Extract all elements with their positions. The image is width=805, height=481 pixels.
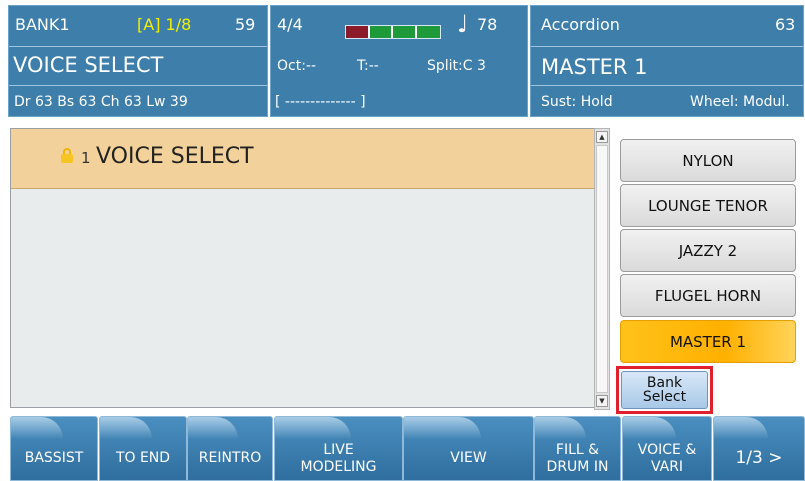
bank-select-label-line2: Select (642, 389, 687, 405)
voice-vari-label: VOICE & VARI (637, 441, 697, 475)
header-tempo-panel[interactable]: 4/4 ♩ 78 Oct:-- T:-- Split:C 3 [ -------… (270, 5, 528, 117)
next-page-button[interactable]: 1/3 > (713, 416, 805, 481)
voice-vari-button[interactable]: VOICE & VARI (622, 416, 712, 481)
header-bank-panel[interactable]: BANK1 [A] 1/8 59 VOICE SELECT Dr 63 Bs 6… (8, 5, 268, 117)
bank-number: 59 (235, 15, 256, 34)
wheel-mode: Wheel: Modul. (690, 94, 790, 110)
live-modeling-label: LIVE MODELING (300, 441, 377, 475)
program-number: 63 (775, 15, 796, 34)
reintro-label: REINTRO (198, 450, 262, 466)
current-voice-name: MASTER 1 (541, 55, 648, 79)
fill-drum-in-label: FILL & DRUM IN (546, 441, 609, 475)
bassist-button[interactable]: BASSIST (10, 416, 98, 481)
bassist-label: BASSIST (24, 450, 84, 466)
time-signature: 4/4 (277, 15, 303, 34)
voice-button-nylon[interactable]: NYLON (620, 139, 796, 182)
voice-category: Accordion (541, 15, 620, 34)
voice-list[interactable]: 1 VOICE SELECT (10, 128, 597, 408)
scrollbar-thumb[interactable] (596, 145, 608, 393)
voice-button-flugel-horn[interactable]: FLUGEL HORN (620, 274, 796, 317)
sustain-mode: Sust: Hold (541, 94, 613, 110)
to-end-button[interactable]: TO END (99, 416, 187, 481)
next-page-label: 1/3 > (735, 448, 783, 468)
fill-drum-in-button[interactable]: FILL & DRUM IN (534, 416, 621, 481)
quarter-note-icon: ♩ (457, 10, 469, 38)
beat-meter-segment (393, 26, 417, 38)
voice-button-master-1[interactable]: MASTER 1 (620, 320, 796, 363)
scroll-down-arrow-icon[interactable]: ▼ (596, 395, 608, 407)
function-button-bar: BASSIST TO END REINTRO LIVE MODELING VIE… (10, 416, 805, 481)
header-voice-panel[interactable]: Accordion 63 MASTER 1 Sust: Hold Wheel: … (530, 5, 804, 117)
bank-select-label-line1: Bank (646, 375, 683, 391)
voice-button-jazzy-2[interactable]: JAZZY 2 (620, 229, 796, 272)
beat-meter (345, 25, 441, 39)
split-point: Split:C 3 (427, 58, 486, 74)
chord-display: [ -------------- ] (275, 94, 366, 110)
reintro-button[interactable]: REINTRO (187, 416, 273, 481)
voice-button-lounge-tenor[interactable]: LOUNGE TENOR (620, 184, 796, 227)
bank-slot: [A] 1/8 (137, 15, 192, 34)
transpose-value: T:-- (357, 58, 379, 74)
live-modeling-button[interactable]: LIVE MODELING (274, 416, 403, 481)
to-end-label: TO END (115, 450, 171, 466)
list-item-number: 1 (81, 149, 91, 167)
page-title: VOICE SELECT (13, 53, 164, 77)
part-levels: Dr 63 Bs 63 Ch 63 Lw 39 (14, 94, 188, 110)
beat-meter-segment (369, 26, 393, 38)
beat-meter-segment (346, 26, 370, 38)
list-item-selected[interactable]: 1 VOICE SELECT (11, 129, 597, 189)
bank-name: BANK1 (15, 15, 70, 34)
scroll-up-arrow-icon[interactable]: ▲ (596, 131, 608, 143)
view-button[interactable]: VIEW (403, 416, 534, 481)
octave-value: Oct:-- (277, 58, 317, 74)
beat-meter-segment (416, 26, 440, 38)
view-label: VIEW (450, 450, 487, 466)
voice-select-screen: BANK1 [A] 1/8 59 VOICE SELECT Dr 63 Bs 6… (0, 0, 805, 481)
bank-select-button[interactable]: Bank Select (621, 371, 708, 409)
tempo-value: 78 (477, 15, 498, 34)
list-scrollbar[interactable]: ▲ ▼ (594, 128, 610, 410)
list-item-title: VOICE SELECT (96, 144, 254, 169)
lock-icon (61, 148, 73, 163)
